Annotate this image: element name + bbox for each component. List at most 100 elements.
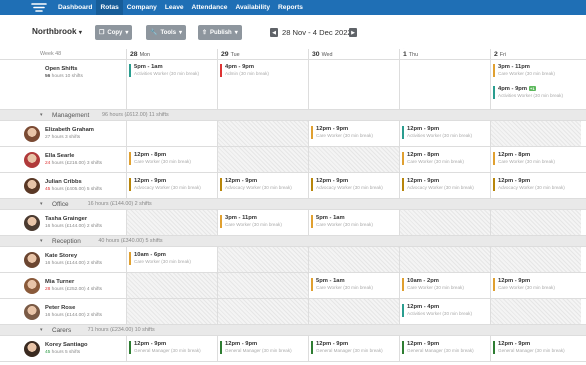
day-cell[interactable] — [490, 299, 581, 324]
day-cell[interactable]: 12pm - 8pm Care Worker (30 min break) — [399, 147, 490, 172]
day-cell[interactable]: 12pm - 8pm Care Worker (30 min break) — [490, 147, 581, 172]
day-cell[interactable]: 12pm - 9pm Care Worker (30 min break) — [490, 273, 581, 298]
avatar[interactable] — [24, 152, 40, 168]
shift-card[interactable]: 3pm - 11pm Care Worker (30 min break) — [493, 64, 555, 77]
day-cell[interactable]: 12pm - 8pm Care Worker (30 min break) — [126, 147, 217, 172]
staff-name-cell[interactable]: Kate Storey 16 hours (£144.00) 2 shifts — [0, 247, 126, 272]
day-cell[interactable] — [490, 121, 581, 146]
day-cell[interactable] — [217, 121, 308, 146]
day-cell[interactable] — [217, 147, 308, 172]
day-cell[interactable] — [308, 247, 399, 272]
shift-card[interactable]: 12pm - 9pm Care Worker (30 min break) — [311, 126, 373, 139]
group-header-management[interactable]: ▾ Management 96 hours (£612.00) 11 shifts — [0, 110, 586, 121]
staff-name-cell[interactable]: Ella Searle 24 hours (£216.00) 3 shifts — [0, 147, 126, 172]
day-cell[interactable] — [308, 147, 399, 172]
staff-name-cell[interactable]: Mia Turner 28 hours (£252.00) 4 shifts — [0, 273, 126, 298]
staff-name-cell[interactable]: Peter Rose 16 hours (£144.00) 2 shifts — [0, 299, 126, 324]
shift-card[interactable]: 12pm - 4pm Activities Worker (30 min brea… — [402, 304, 472, 317]
shift-card[interactable]: 5pm - 1am Activities Worker (30 min break… — [129, 64, 199, 77]
shift-card[interactable]: 4pm - 9pm Admin (30 min break) — [220, 64, 269, 77]
shift-card[interactable]: 12pm - 9pm Activities Worker (30 min brea… — [402, 126, 472, 139]
shift-card[interactable]: 12pm - 9pm Advocacy Worker (30 min break) — [220, 178, 292, 191]
shift-card[interactable]: 12pm - 9pm General Manager (30 min break) — [493, 341, 565, 354]
day-cell[interactable]: 12pm - 9pm Advocacy Worker (30 min break) — [126, 173, 217, 198]
day-cell[interactable] — [217, 299, 308, 324]
day-cell[interactable] — [490, 247, 581, 272]
avatar[interactable] — [24, 341, 40, 357]
shift-card[interactable]: 4pm - 9pm +1 Activities Worker (30 min bre… — [493, 86, 563, 99]
staff-name-cell[interactable]: Tasha Grainger 16 hours (£144.00) 2 shift… — [0, 210, 126, 235]
tools-button[interactable]: 🔧 Tools ▾ — [146, 25, 187, 40]
day-cell[interactable]: 12pm - 9pm Advocacy Worker (30 min break) — [490, 173, 581, 198]
chevron-down-icon[interactable]: ▾ — [40, 199, 43, 210]
group-header-carers[interactable]: ▾ Carers 71 hours (£234.00) 10 shifts — [0, 325, 586, 336]
avatar[interactable] — [24, 252, 40, 268]
day-cell[interactable] — [126, 210, 217, 235]
staff-name-cell[interactable]: Korey Santiago 45 hours 5 shifts — [0, 336, 126, 361]
shift-card[interactable]: 10am - 2pm Care Worker (30 min break) — [402, 278, 464, 291]
group-header-reception[interactable]: ▾ Reception 40 hours (£340.00) 5 shifts — [0, 236, 586, 247]
day-cell[interactable] — [308, 299, 399, 324]
avatar[interactable] — [24, 126, 40, 142]
day-cell[interactable] — [126, 273, 217, 298]
copy-button[interactable]: ❐ Copy ▾ — [95, 25, 133, 40]
day-cell[interactable]: 12pm - 9pm General Manager (30 min break) — [126, 336, 217, 361]
day-cell[interactable]: 5pm - 1am Care Worker (30 min break) — [308, 210, 399, 235]
day-cell[interactable]: 12pm - 9pm Care Worker (30 min break) — [308, 121, 399, 146]
shift-card[interactable]: 12pm - 8pm Care Worker (30 min break) — [129, 152, 191, 165]
nav-item-leave[interactable]: Leave — [161, 0, 188, 15]
day-cell[interactable] — [217, 273, 308, 298]
day-cell[interactable]: 12pm - 4pm Activities Worker (30 min brea… — [399, 299, 490, 324]
day-cell[interactable]: 12pm - 9pm General Manager (30 min break) — [308, 336, 399, 361]
shift-card[interactable]: 12pm - 8pm Care Worker (30 min break) — [402, 152, 464, 165]
shift-card[interactable]: 10am - 6pm Care Worker (30 min break) — [129, 252, 191, 265]
shift-card[interactable]: 12pm - 9pm Care Worker (30 min break) — [493, 278, 555, 291]
chevron-down-icon[interactable]: ▾ — [40, 236, 43, 247]
day-cell[interactable]: 12pm - 9pm Advocacy Worker (30 min break) — [399, 173, 490, 198]
day-cell[interactable]: 12pm - 9pm General Manager (30 min break) — [399, 336, 490, 361]
day-cell[interactable]: 5pm - 1am Care Worker (30 min break) — [308, 273, 399, 298]
nav-item-availability[interactable]: Availability — [231, 0, 274, 15]
prev-week-button[interactable]: ◀ — [270, 28, 278, 37]
avatar[interactable] — [24, 178, 40, 194]
shift-card[interactable]: 5pm - 1am Care Worker (30 min break) — [311, 215, 373, 228]
day-cell[interactable] — [399, 247, 490, 272]
publish-button[interactable]: ⇧ Publish ▾ — [198, 25, 242, 40]
staff-name-cell[interactable]: Elizabeth Graham 27 hours 3 shifts — [0, 121, 126, 146]
logo-icon[interactable] — [28, 0, 50, 15]
avatar[interactable] — [24, 304, 40, 320]
day-cell[interactable] — [399, 210, 490, 235]
shift-card[interactable]: 12pm - 9pm Advocacy Worker (30 min break) — [311, 178, 383, 191]
nav-item-reports[interactable]: Reports — [274, 0, 307, 15]
nav-item-company[interactable]: Company — [123, 0, 161, 15]
nav-item-dashboard[interactable]: Dashboard — [54, 0, 96, 15]
location-selector[interactable]: Northbrook ▾ — [32, 27, 82, 36]
shift-card[interactable]: 12pm - 9pm General Manager (30 min break) — [220, 341, 292, 354]
shift-card[interactable]: 12pm - 9pm Advocacy Worker (30 min break) — [402, 178, 474, 191]
group-header-office[interactable]: ▾ Office 16 hours (£144.00) 2 shifts — [0, 199, 586, 210]
day-cell[interactable] — [126, 121, 217, 146]
shift-card[interactable]: 3pm - 11pm Care Worker (30 min break) — [220, 215, 282, 228]
nav-item-rotas[interactable]: Rotas — [96, 0, 123, 15]
shift-card[interactable]: 12pm - 9pm General Manager (30 min break) — [311, 341, 383, 354]
day-cell[interactable]: 12pm - 9pm General Manager (30 min break) — [217, 336, 308, 361]
day-cell[interactable] — [126, 299, 217, 324]
day-cell[interactable] — [217, 247, 308, 272]
shift-card[interactable]: 12pm - 9pm Advocacy Worker (30 min break) — [493, 178, 565, 191]
day-cell[interactable]: 10am - 2pm Care Worker (30 min break) — [399, 273, 490, 298]
day-cell[interactable]: 10am - 6pm Care Worker (30 min break) — [126, 247, 217, 272]
staff-name-cell[interactable]: Julian Cribbs 45 hours (£405.00) 5 shifts — [0, 173, 126, 198]
day-cell[interactable]: 12pm - 9pm Advocacy Worker (30 min break) — [308, 173, 399, 198]
day-cell[interactable]: 3pm - 11pm Care Worker (30 min break) — [217, 210, 308, 235]
avatar[interactable] — [24, 215, 40, 231]
shift-card[interactable]: 12pm - 9pm Advocacy Worker (30 min break) — [129, 178, 201, 191]
next-week-button[interactable]: ▶ — [349, 28, 357, 37]
day-cell[interactable]: 12pm - 9pm General Manager (30 min break) — [490, 336, 581, 361]
shift-card[interactable]: 12pm - 9pm General Manager (30 min break) — [402, 341, 474, 354]
day-cell[interactable]: 12pm - 9pm Advocacy Worker (30 min break) — [217, 173, 308, 198]
avatar[interactable] — [24, 278, 40, 294]
shift-card[interactable]: 5pm - 1am Care Worker (30 min break) — [311, 278, 373, 291]
nav-item-attendance[interactable]: Attendance — [188, 0, 232, 15]
chevron-down-icon[interactable]: ▾ — [40, 325, 43, 336]
shift-card[interactable]: 12pm - 8pm Care Worker (30 min break) — [493, 152, 555, 165]
